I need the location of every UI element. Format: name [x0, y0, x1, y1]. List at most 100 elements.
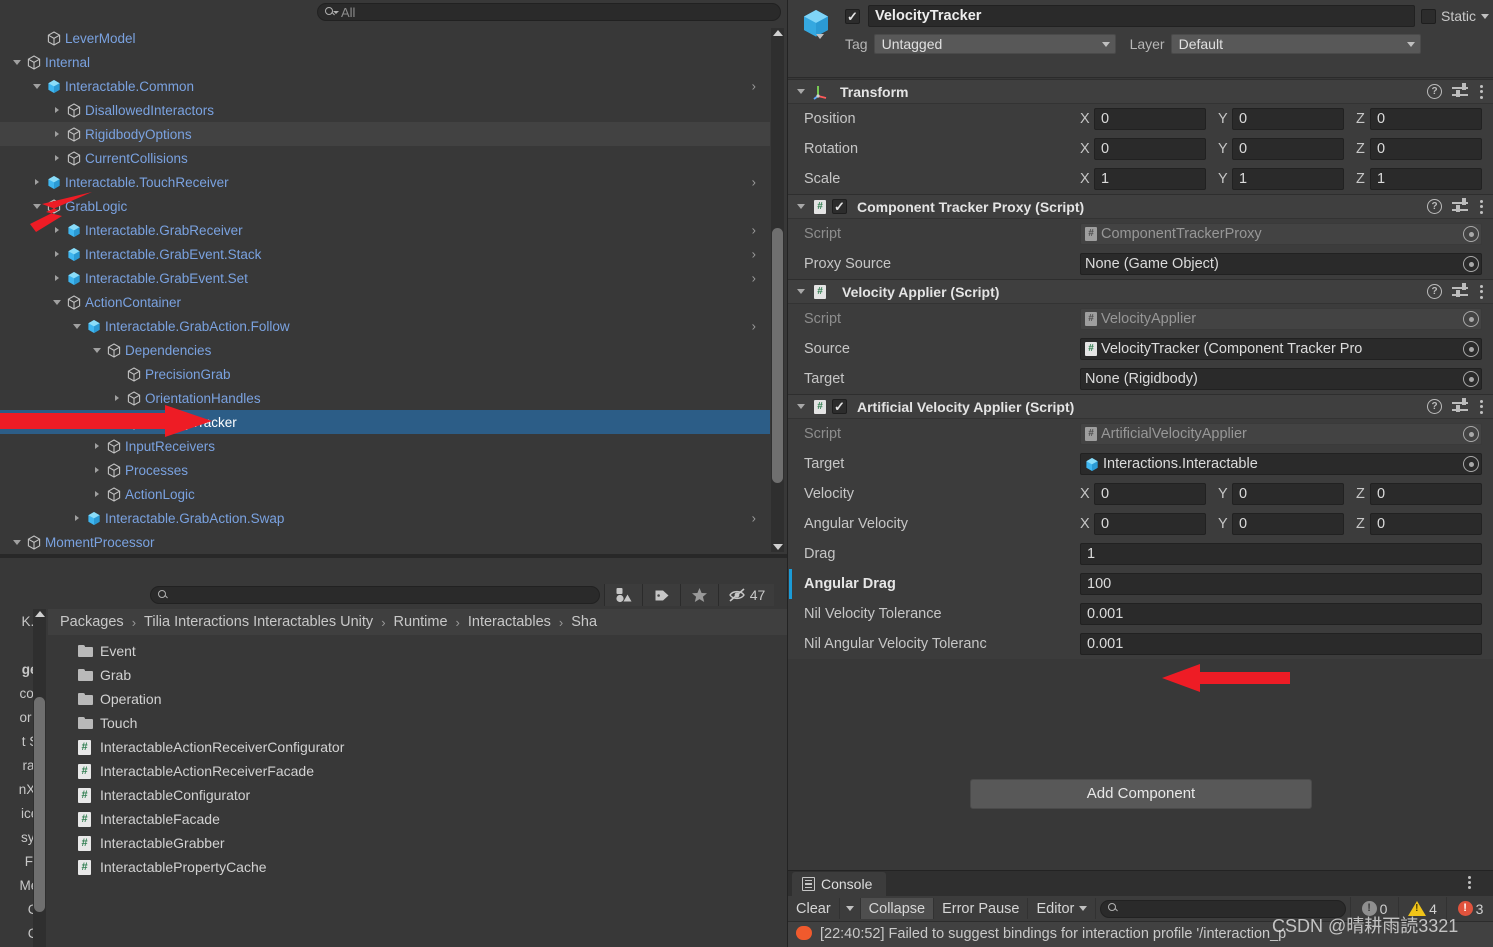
static-checkbox[interactable]: [1420, 8, 1436, 24]
number-input[interactable]: 0.001: [1080, 603, 1482, 625]
hierarchy-item-interactable-common[interactable]: Interactable.Common ›: [0, 74, 770, 98]
expand-arrow-icon[interactable]: [70, 515, 84, 521]
project-list-item[interactable]: # InteractablePropertyCache: [48, 855, 787, 879]
filter-by-type-button[interactable]: [604, 584, 642, 606]
scroll-up-arrow-icon[interactable]: [34, 611, 45, 617]
hierarchy-item-velocitytracker[interactable]: VelocityTracker: [0, 410, 770, 434]
prefab-open-chevron-icon[interactable]: ›: [752, 176, 756, 189]
expand-arrow-icon[interactable]: [50, 227, 64, 233]
help-icon[interactable]: ?: [1427, 284, 1442, 299]
info-count-toggle[interactable]: ! 0: [1350, 896, 1398, 921]
object-field[interactable]: None (Game Object): [1080, 253, 1482, 275]
hierarchy-item-interactable-grabaction-swap[interactable]: Interactable.GrabAction.Swap ›: [0, 506, 770, 530]
object-picker-icon[interactable]: [1463, 341, 1479, 357]
component-enabled-checkbox[interactable]: [832, 199, 847, 214]
hierarchy-item-inputreceivers[interactable]: InputReceivers: [0, 434, 770, 458]
project-search-input[interactable]: [150, 586, 600, 604]
z-input[interactable]: 0: [1370, 483, 1482, 505]
hierarchy-scroll-thumb[interactable]: [772, 228, 783, 483]
collapse-arrow-icon[interactable]: [70, 323, 84, 329]
collapse-arrow-icon[interactable]: [10, 539, 24, 545]
prefab-open-chevron-icon[interactable]: ›: [752, 80, 756, 93]
hidden-packages-button[interactable]: 47: [718, 584, 774, 606]
component-kebab-menu-icon[interactable]: [1478, 284, 1484, 299]
y-input[interactable]: 0: [1232, 108, 1344, 130]
hierarchy-item-disallowedinteractors[interactable]: DisallowedInteractors: [0, 98, 770, 122]
editor-dropdown-button[interactable]: Editor: [1028, 898, 1097, 919]
y-input[interactable]: 0: [1232, 513, 1344, 535]
preset-icon[interactable]: [1452, 283, 1468, 299]
clear-button[interactable]: Clear: [788, 898, 840, 919]
collapse-button[interactable]: Collapse: [860, 898, 935, 919]
tab-console[interactable]: Console: [792, 872, 887, 896]
component-enabled-checkbox[interactable]: [832, 399, 847, 414]
object-field[interactable]: # VelocityApplier: [1080, 308, 1482, 330]
project-list-item[interactable]: # InteractableActionReceiverConfigurator: [48, 735, 787, 759]
component-header[interactable]: # Artificial Velocity Applier (Script)?: [788, 395, 1493, 419]
hierarchy-tree[interactable]: LeverModel Internal Interactable.Common ›…: [0, 26, 770, 554]
object-picker-icon[interactable]: [1463, 371, 1479, 387]
preset-icon[interactable]: [1452, 398, 1468, 414]
hierarchy-item-interactable-grabreceiver[interactable]: Interactable.GrabReceiver ›: [0, 218, 770, 242]
expand-arrow-icon[interactable]: [50, 275, 64, 281]
preset-icon[interactable]: [1452, 83, 1468, 99]
foldout-arrow-icon[interactable]: [794, 204, 808, 209]
project-list-item[interactable]: Touch: [48, 711, 787, 735]
hierarchy-item-interactable-grabevent-stack[interactable]: Interactable.GrabEvent.Stack ›: [0, 242, 770, 266]
hierarchy-item-levermodel[interactable]: LeverModel: [0, 26, 770, 50]
hierarchy-item-interactable-grabaction-follow[interactable]: Interactable.GrabAction.Follow ›: [0, 314, 770, 338]
breadcrumb-segment[interactable]: Packages: [60, 614, 124, 630]
component-kebab-menu-icon[interactable]: [1478, 399, 1484, 414]
hierarchy-item-grablogic[interactable]: GrabLogic: [0, 194, 770, 218]
error-pause-button[interactable]: Error Pause: [934, 898, 1029, 919]
hierarchy-item-rigidbodyoptions[interactable]: RigidbodyOptions: [0, 122, 770, 146]
prefab-open-chevron-icon[interactable]: ›: [752, 248, 756, 261]
hierarchy-item-interactable-grabevent-set[interactable]: Interactable.GrabEvent.Set ›: [0, 266, 770, 290]
help-icon[interactable]: ?: [1427, 199, 1442, 214]
hierarchy-item-orientationhandles[interactable]: OrientationHandles: [0, 386, 770, 410]
project-list-item[interactable]: Operation: [48, 687, 787, 711]
help-icon[interactable]: ?: [1427, 399, 1442, 414]
x-input[interactable]: 1: [1094, 168, 1206, 190]
favorites-button[interactable]: [680, 584, 718, 606]
tag-dropdown[interactable]: Untagged: [873, 34, 1116, 54]
hierarchy-item-precisiongrab[interactable]: PrecisionGrab: [0, 362, 770, 386]
static-toggle-group[interactable]: Static: [1420, 8, 1489, 24]
hierarchy-search-input[interactable]: All: [317, 3, 781, 21]
console-message-row[interactable]: [22:40:52] Failed to suggest bindings fo…: [788, 922, 1493, 947]
hierarchy-item-currentcollisions[interactable]: CurrentCollisions: [0, 146, 770, 170]
static-dropdown-caret-icon[interactable]: [1481, 13, 1489, 19]
expand-arrow-icon[interactable]: [50, 131, 64, 137]
object-field[interactable]: # ArtificialVelocityApplier: [1080, 423, 1482, 445]
prefab-open-chevron-icon[interactable]: ›: [752, 320, 756, 333]
preset-icon[interactable]: [1452, 198, 1468, 214]
console-kebab-menu-icon[interactable]: [1462, 876, 1476, 889]
component-kebab-menu-icon[interactable]: [1478, 199, 1484, 214]
y-input[interactable]: 0: [1232, 483, 1344, 505]
project-list-item[interactable]: # InteractableGrabber: [48, 831, 787, 855]
hierarchy-item-processes[interactable]: Processes: [0, 458, 770, 482]
hierarchy-item-momentprocessor[interactable]: MomentProcessor: [0, 530, 770, 554]
project-tree-scroll-thumb[interactable]: [34, 697, 45, 912]
collapse-arrow-icon[interactable]: [30, 83, 44, 89]
object-picker-icon[interactable]: [1463, 311, 1479, 327]
foldout-arrow-icon[interactable]: [794, 289, 808, 294]
hierarchy-item-actioncontainer[interactable]: ActionContainer: [0, 290, 770, 314]
expand-arrow-icon[interactable]: [90, 491, 104, 497]
warning-count-toggle[interactable]: 4: [1398, 896, 1446, 921]
hierarchy-item-dependencies[interactable]: Dependencies: [0, 338, 770, 362]
hierarchy-item-actionlogic[interactable]: ActionLogic: [0, 482, 770, 506]
project-list-item[interactable]: # InteractableFacade: [48, 807, 787, 831]
breadcrumb-segment[interactable]: Interactables: [468, 614, 551, 630]
transform-header[interactable]: Transform?: [788, 80, 1493, 104]
add-component-button[interactable]: Add Component: [970, 778, 1312, 809]
expand-arrow-icon[interactable]: [50, 107, 64, 113]
collapse-arrow-icon[interactable]: [10, 59, 24, 65]
layer-dropdown[interactable]: Default: [1170, 34, 1421, 54]
console-search-input[interactable]: [1100, 899, 1346, 918]
hierarchy-scrollbar[interactable]: [771, 28, 784, 552]
x-input[interactable]: 0: [1094, 483, 1206, 505]
filter-by-label-button[interactable]: [642, 584, 680, 606]
object-picker-icon[interactable]: [1463, 456, 1479, 472]
x-input[interactable]: 0: [1094, 513, 1206, 535]
